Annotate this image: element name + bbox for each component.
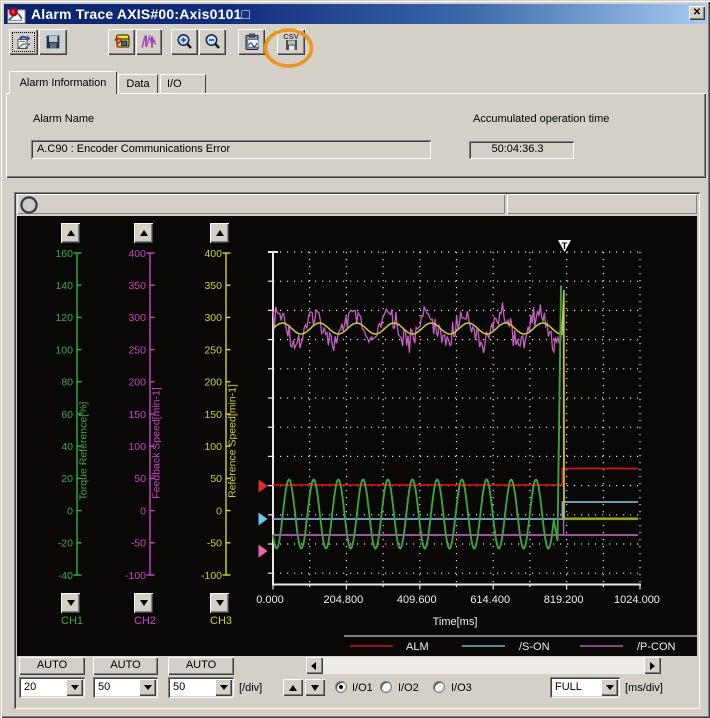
svg-text:-40: -40 <box>58 570 73 582</box>
svg-text:200: 200 <box>128 377 146 389</box>
svg-text:/P-CON: /P-CON <box>637 641 676 653</box>
svg-text:409.600: 409.600 <box>397 594 437 606</box>
svg-text:CH1: CH1 <box>61 615 83 627</box>
svg-text:300: 300 <box>128 312 146 324</box>
svg-text:0.000: 0.000 <box>256 594 284 606</box>
svg-text:0: 0 <box>216 505 222 517</box>
svg-text:50: 50 <box>210 473 222 485</box>
svg-text:204.800: 204.800 <box>324 594 364 606</box>
svg-text:Time[ms]: Time[ms] <box>433 616 478 628</box>
svg-text:Torque Reference[%]: Torque Reference[%] <box>78 402 90 501</box>
svg-text:50: 50 <box>134 473 146 485</box>
svg-text:20: 20 <box>61 473 73 485</box>
svg-text:-100: -100 <box>125 570 146 582</box>
svg-text:60: 60 <box>61 409 73 421</box>
svg-text:ALM: ALM <box>406 641 429 653</box>
svg-text:150: 150 <box>128 409 146 421</box>
svg-text:?: ? <box>113 36 122 52</box>
svg-text:Reference Speed[min-1]: Reference Speed[min-1] <box>227 384 239 498</box>
svg-text:300: 300 <box>204 312 222 324</box>
svg-text:-100: -100 <box>201 570 222 582</box>
svg-text:Feedback Speed[min-1]: Feedback Speed[min-1] <box>151 387 163 499</box>
svg-text:100: 100 <box>55 344 73 356</box>
svg-text:-20: -20 <box>58 538 73 550</box>
svg-text:400: 400 <box>128 248 146 260</box>
svg-text:350: 350 <box>204 280 222 292</box>
svg-text:T: T <box>562 241 568 251</box>
svg-text:150: 150 <box>204 409 222 421</box>
svg-text:0: 0 <box>67 505 73 517</box>
svg-text:CH2: CH2 <box>134 615 156 627</box>
svg-text:250: 250 <box>204 344 222 356</box>
svg-text:40: 40 <box>61 441 73 453</box>
svg-text:1024.000: 1024.000 <box>614 594 660 606</box>
svg-text:250: 250 <box>128 344 146 356</box>
svg-text:100: 100 <box>128 441 146 453</box>
svg-text:350: 350 <box>128 280 146 292</box>
svg-text:-50: -50 <box>207 538 222 550</box>
svg-text:CH3: CH3 <box>210 615 232 627</box>
svg-text:120: 120 <box>55 312 73 324</box>
svg-text:400: 400 <box>204 248 222 260</box>
svg-text:819.200: 819.200 <box>544 594 584 606</box>
svg-text:80: 80 <box>61 377 73 389</box>
svg-text:200: 200 <box>204 377 222 389</box>
svg-text:0: 0 <box>140 505 146 517</box>
svg-text:-50: -50 <box>131 538 146 550</box>
svg-text:/S-ON: /S-ON <box>519 641 550 653</box>
svg-text:140: 140 <box>55 280 73 292</box>
svg-text:100: 100 <box>204 441 222 453</box>
svg-text:160: 160 <box>55 248 73 260</box>
svg-text:614.400: 614.400 <box>470 594 510 606</box>
